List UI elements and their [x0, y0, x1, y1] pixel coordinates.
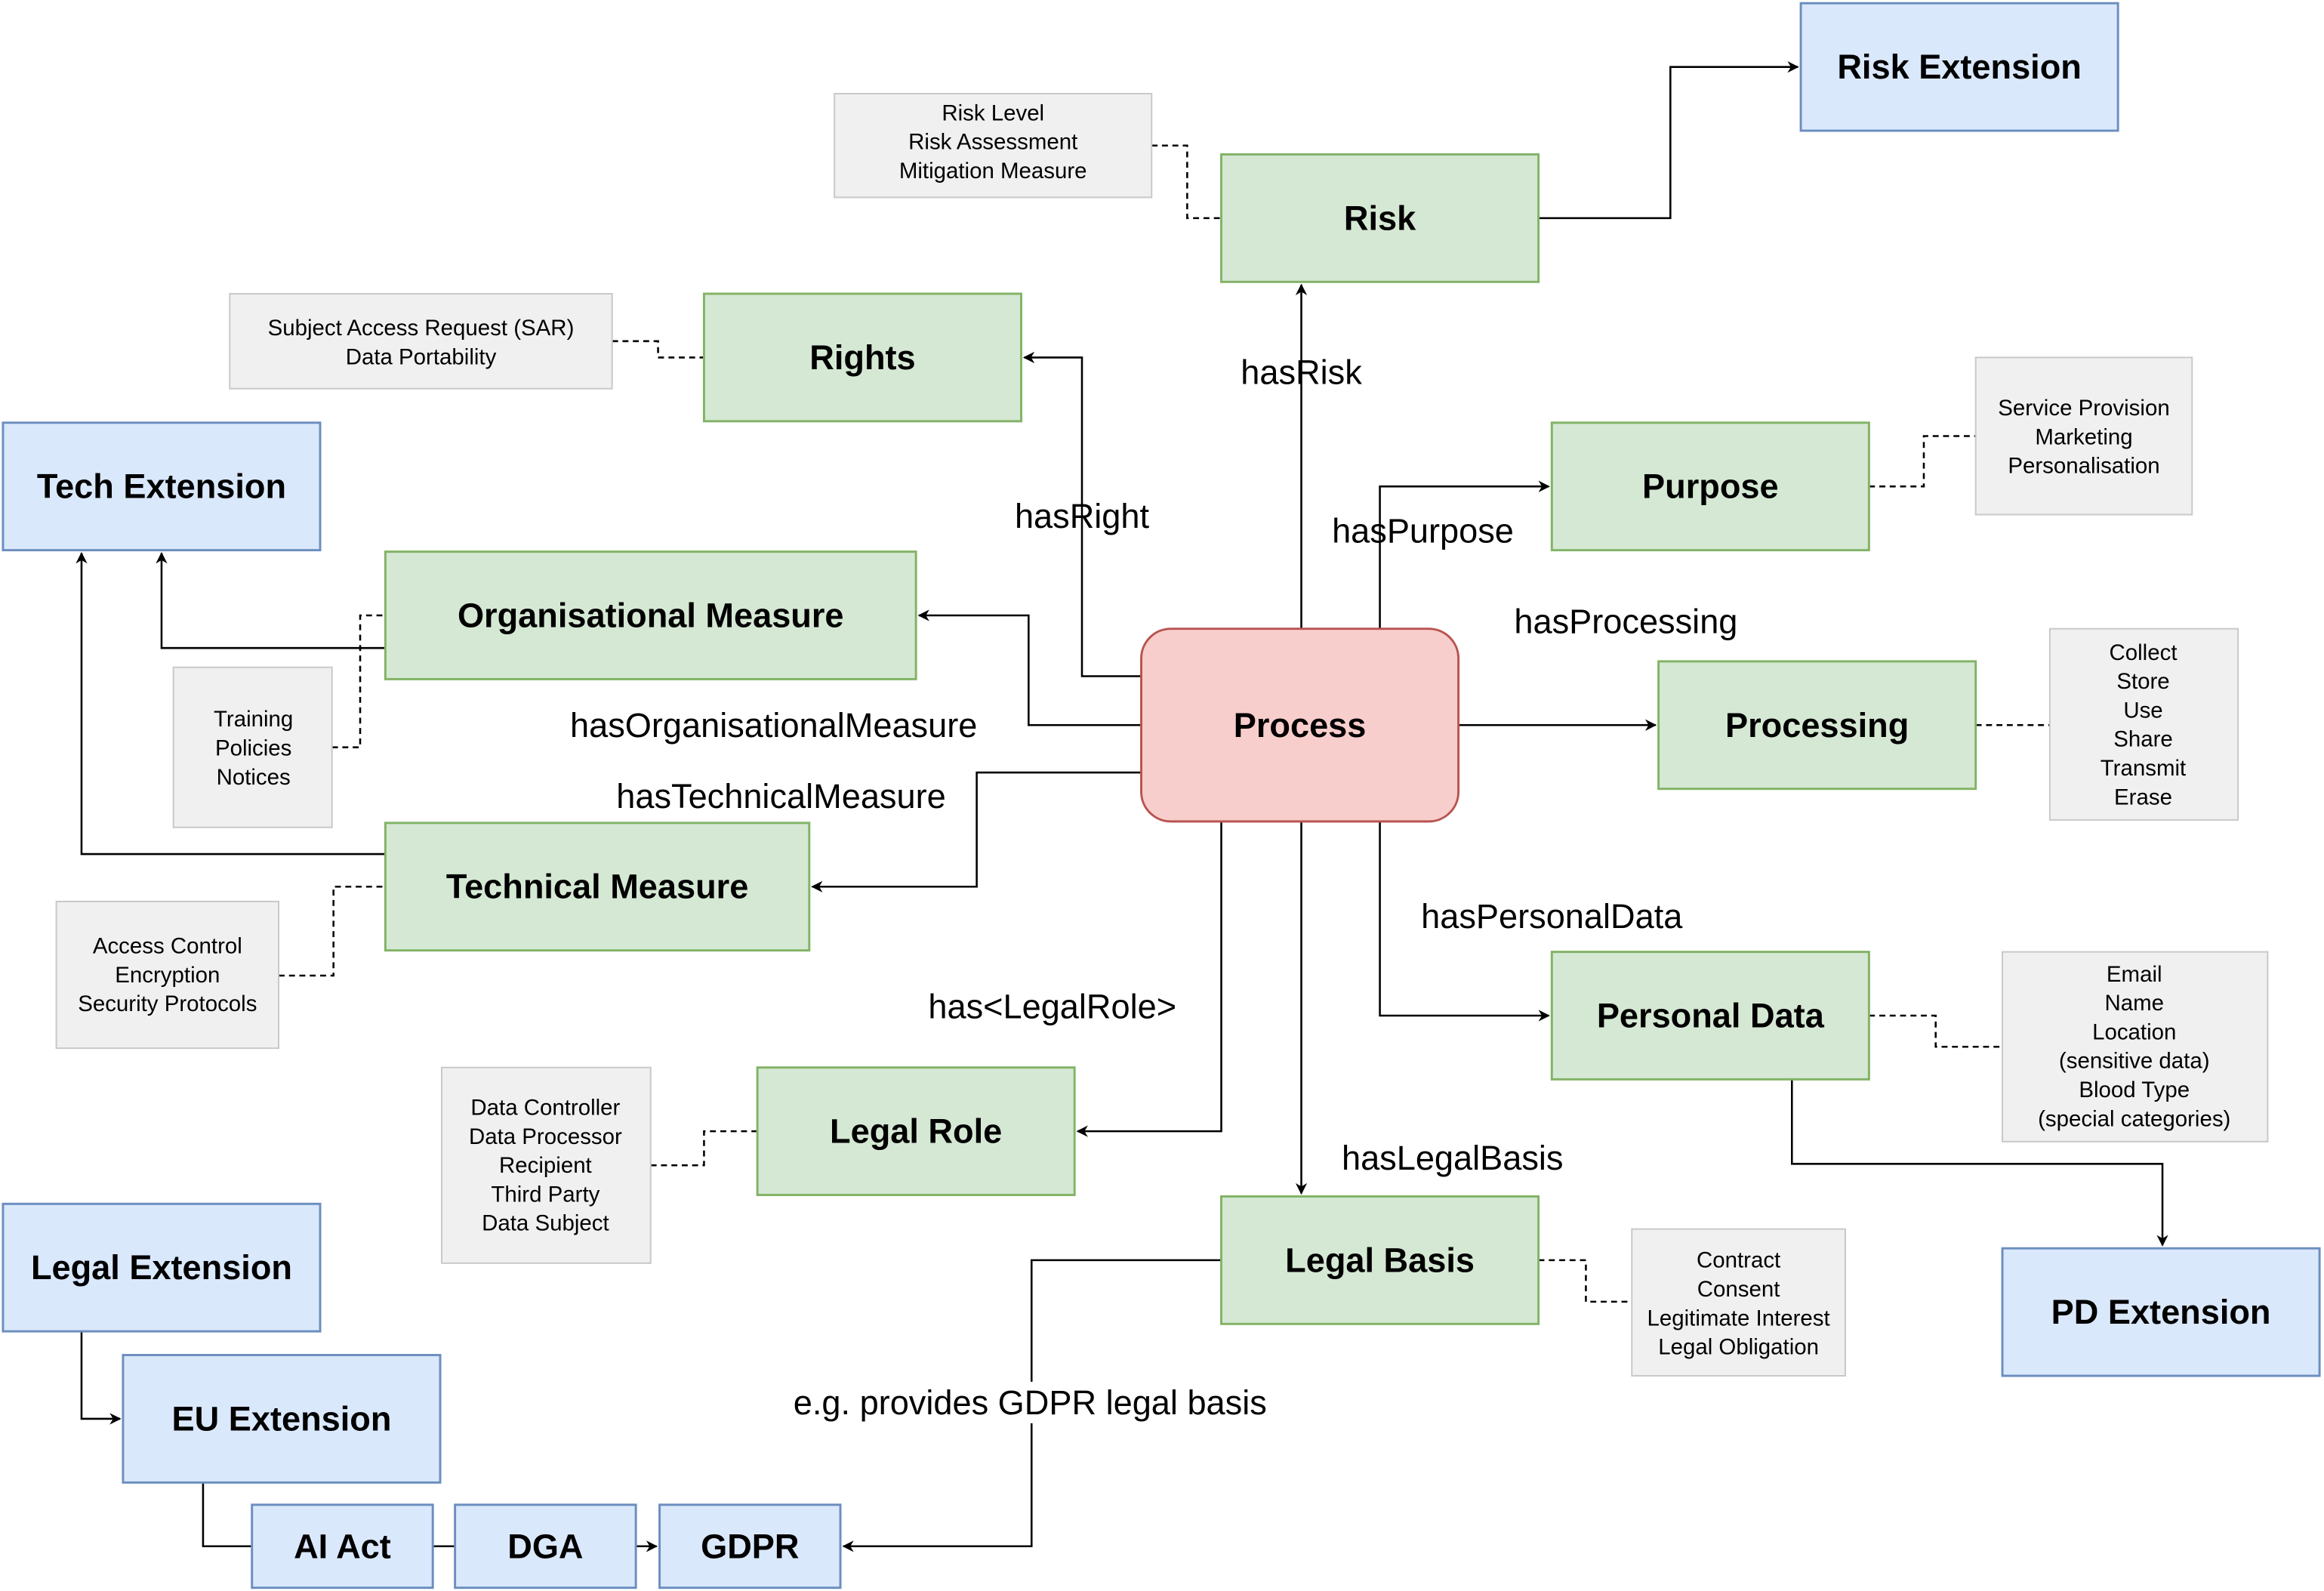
svg-text:Organisational Measure: Organisational Measure — [458, 596, 844, 634]
note-technical-measure: Access Control Encryption Security Protoco… — [55, 900, 280, 1050]
node-risk[interactable]: Risk — [1220, 153, 1540, 283]
note-rights: Subject Access Request (SAR) Data Portabi… — [229, 293, 613, 390]
label-has-legal-role: has<LegalRole> — [928, 988, 1176, 1026]
label-has-organisational-measure: hasOrganisationalMeasure — [570, 706, 977, 745]
node-personal-data[interactable]: Personal Data — [1550, 951, 1870, 1081]
svg-text:Personal Data: Personal Data — [1597, 997, 1825, 1035]
node-organisational-measure[interactable]: Organisational Measure — [384, 550, 917, 680]
label-has-right: hasRight — [1015, 497, 1150, 535]
node-eu-extension[interactable]: EU Extension — [122, 1354, 442, 1484]
note-link-risk — [1151, 144, 1222, 220]
edge-legal-ext-to-eu-ext — [80, 1331, 122, 1425]
node-legal-basis[interactable]: Legal Basis — [1220, 1195, 1540, 1325]
note-organisational-measure: Training Policies Notices — [172, 666, 333, 828]
svg-text:Legal Extension: Legal Extension — [31, 1248, 292, 1287]
note-link-org-measure — [331, 614, 386, 748]
node-purpose[interactable]: Purpose — [1550, 421, 1870, 552]
node-risk-extension[interactable]: Risk Extension — [1799, 2, 2119, 132]
node-technical-measure[interactable]: Technical Measure — [384, 822, 811, 952]
edges — [76, 61, 2168, 1552]
label-has-purpose: hasPurpose — [1332, 512, 1514, 550]
note-processing: Collect Store Use Share Transmit Erase — [2048, 627, 2239, 821]
edge-org-measure-to-tech-extension — [156, 552, 386, 649]
dpv-diagram: hasRisk hasRight hasPurpose hasProcessin… — [2, 2, 2321, 1589]
svg-text:Legal Role: Legal Role — [830, 1112, 1002, 1151]
svg-text:Risk: Risk — [1344, 199, 1416, 237]
node-process[interactable]: Process — [1140, 627, 1460, 823]
svg-text:AI Act: AI Act — [294, 1527, 391, 1565]
svg-text:Purpose: Purpose — [1642, 467, 1779, 506]
node-tech-extension[interactable]: Tech Extension — [2, 421, 322, 552]
note-link-tech-measure — [279, 885, 386, 977]
label-gdpr-legal-basis: e.g. provides GDPR legal basis — [794, 1383, 1267, 1422]
svg-text:Process: Process — [1234, 706, 1367, 745]
note-purpose: Service Provision Marketing Personalisatio… — [1974, 356, 2193, 516]
nodes: Risk Extension Risk Rights Tech Extensio… — [2, 2, 2321, 1589]
note-legal-role: Data Controller Data Processor Recipient Th… — [440, 1066, 652, 1264]
svg-text:Processing: Processing — [1725, 706, 1909, 745]
note-risk: Risk Level Risk Assessment Mitigation Meas… — [834, 93, 1153, 199]
label-has-technical-measure: hasTechnicalMeasure — [616, 777, 945, 816]
note-personal-data: Email Name Location (sensitive data) Blood T… — [2002, 951, 2269, 1142]
edge-has-legal-role — [1076, 821, 1222, 1137]
node-rights[interactable]: Rights — [702, 292, 1022, 423]
note-link-purpose — [1869, 435, 1976, 488]
svg-text:Technical Measure: Technical Measure — [446, 868, 748, 906]
node-processing[interactable]: Processing — [1657, 660, 1977, 791]
edge-eu-ext-to-ai-act — [202, 1482, 252, 1548]
label-has-risk: hasRisk — [1241, 353, 1362, 392]
svg-text:Tech Extension: Tech Extension — [37, 467, 286, 506]
note-link-rights — [612, 340, 704, 359]
svg-text:GDPR: GDPR — [701, 1527, 799, 1565]
node-gdpr[interactable]: GDPR — [658, 1503, 842, 1589]
svg-text:Rights: Rights — [809, 338, 915, 377]
note-link-legal-role — [650, 1130, 758, 1167]
node-legal-extension[interactable]: Legal Extension — [2, 1202, 322, 1333]
node-pd-extension[interactable]: PD Extension — [2001, 1247, 2321, 1377]
note-legal-basis: Contract Consent Legitimate Interest Legal … — [1631, 1228, 1846, 1377]
edge-risk-to-risk-extension — [1538, 61, 1799, 220]
node-legal-role[interactable]: Legal Role — [756, 1066, 1076, 1197]
svg-text:TrainingPoliciesNotices: Training Policies Notices — [214, 707, 293, 790]
svg-text:Risk Extension: Risk Extension — [1837, 48, 2082, 86]
svg-text:Legal Basis: Legal Basis — [1285, 1241, 1475, 1279]
svg-text:EU Extension: EU Extension — [172, 1399, 392, 1438]
node-dga[interactable]: DGA — [454, 1503, 637, 1589]
svg-text:PD Extension: PD Extension — [2051, 1293, 2271, 1331]
note-link-legal-basis — [1538, 1259, 1632, 1303]
label-has-legal-basis: hasLegalBasis — [1342, 1139, 1564, 1177]
label-has-processing: hasProcessing — [1514, 602, 1737, 640]
svg-text:DGA: DGA — [507, 1527, 583, 1565]
node-ai-act[interactable]: AI Act — [251, 1503, 434, 1589]
label-has-personal-data: hasPersonalData — [1421, 897, 1683, 936]
note-link-personal-data — [1869, 1014, 2003, 1048]
